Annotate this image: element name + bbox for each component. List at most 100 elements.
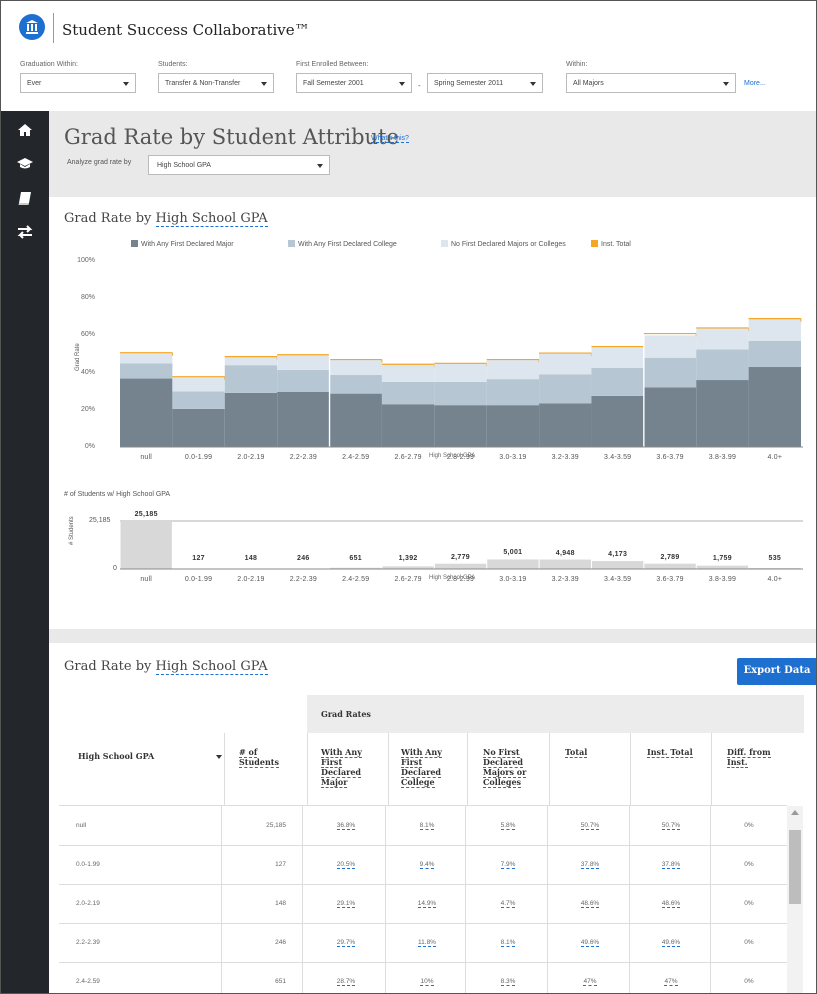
cell-link-text[interactable]: 8.1% xyxy=(500,939,516,947)
cell-link-text[interactable]: 48.6% xyxy=(580,900,600,908)
row-divider xyxy=(59,923,787,924)
graduation-cap-icon[interactable] xyxy=(16,154,34,172)
app-title: Student Success Collaborative™ xyxy=(62,21,310,39)
cell-none-rate[interactable]: 8.3% xyxy=(467,978,549,986)
analyze-by-select[interactable]: High School GPA xyxy=(148,155,330,175)
bar-segment xyxy=(486,405,540,447)
cell-college-rate[interactable]: 11.8% xyxy=(388,939,466,947)
column-header-diff[interactable]: Diff. from Inst. xyxy=(727,747,771,768)
cell-link-text[interactable]: 37.8% xyxy=(580,861,600,869)
th-line: Inst. Total xyxy=(647,747,693,758)
bar-segment xyxy=(434,405,487,447)
table-scrollbar[interactable] xyxy=(787,806,803,993)
sort-chevron-down-icon[interactable] xyxy=(216,755,222,759)
cell-link-text[interactable]: 50.7% xyxy=(580,822,600,830)
cell-total-rate[interactable]: 37.8% xyxy=(549,861,631,869)
cell-major-rate[interactable]: 29.1% xyxy=(307,900,385,908)
bar-segment xyxy=(120,352,173,364)
bar-segment xyxy=(329,393,382,447)
cell-inst-total[interactable]: 37.8% xyxy=(630,861,712,869)
bar-segment xyxy=(329,375,382,394)
cell-link-text[interactable]: 11.8% xyxy=(418,939,436,947)
more-filters-link[interactable]: More... xyxy=(744,80,766,87)
column-header-none[interactable]: No First Declared Majors or Colleges xyxy=(483,747,527,788)
cell-link-text[interactable]: 49.6% xyxy=(580,939,600,947)
bar-segment xyxy=(172,391,225,409)
within-select[interactable]: All Majors xyxy=(566,73,736,93)
book-icon[interactable] xyxy=(16,189,34,207)
students-select[interactable]: Transfer & Non-Transfer xyxy=(158,73,274,93)
home-icon[interactable] xyxy=(16,121,34,139)
table-title-attribute-link[interactable]: High School GPA xyxy=(155,659,268,675)
bar-segment xyxy=(277,391,330,447)
cell-inst-total[interactable]: 47% xyxy=(630,978,712,986)
cell-link-text[interactable]: 29.1% xyxy=(336,900,356,908)
cell-link-text[interactable]: 10% xyxy=(420,978,434,986)
cell-link-text[interactable]: 50.7% xyxy=(661,822,681,830)
cell-inst-total[interactable]: 49.6% xyxy=(630,939,712,947)
cell-link-text[interactable]: 8.3% xyxy=(500,978,516,986)
cell-diff: 0% xyxy=(744,861,754,868)
cell-link-text[interactable]: 47% xyxy=(664,978,678,986)
column-header-major[interactable]: With Any First Declared Major xyxy=(321,747,362,788)
export-data-button[interactable]: Export Data xyxy=(737,658,816,685)
cell-link-text[interactable]: 47% xyxy=(583,978,597,986)
whats-this-link[interactable]: What's this? xyxy=(371,135,409,143)
cell-link-text[interactable]: 14.9% xyxy=(417,900,437,908)
column-header-inst-total[interactable]: Inst. Total xyxy=(647,747,693,758)
cell-total-rate[interactable]: 49.6% xyxy=(549,939,631,947)
cell-college-rate[interactable]: 14.9% xyxy=(388,900,466,908)
graduation-within-select[interactable]: Ever xyxy=(20,73,136,93)
cell-none-rate[interactable]: 5.8% xyxy=(467,822,549,830)
cell-link-text[interactable]: 29.7% xyxy=(336,939,356,947)
cell-college-rate[interactable]: 10% xyxy=(388,978,466,986)
bar-segment xyxy=(591,395,644,447)
cell-total-rate[interactable]: 50.7% xyxy=(549,822,631,830)
transfer-arrows-icon[interactable] xyxy=(16,223,34,241)
cell-inst-total[interactable]: 50.7% xyxy=(630,822,712,830)
enrolled-to-select[interactable]: Spring Semester 2011 xyxy=(427,73,543,93)
bar-segment xyxy=(591,367,644,396)
cell-link-text[interactable]: 5.8% xyxy=(500,822,516,830)
cell-link-text[interactable]: 20.5% xyxy=(336,861,356,869)
header-row-divider xyxy=(59,805,787,806)
cell-students: 651 xyxy=(275,978,286,985)
cell-none-rate[interactable]: 7.9% xyxy=(467,861,549,869)
cell-link-text[interactable]: 9.4% xyxy=(419,861,435,869)
x-tick-label: 3.6-3.79 xyxy=(656,454,684,461)
cell-none-rate[interactable]: 8.1% xyxy=(467,939,549,947)
cell-major-rate[interactable]: 20.5% xyxy=(307,861,385,869)
cell-major-rate[interactable]: 36.8% xyxy=(307,822,385,830)
cell-link-text[interactable]: 48.6% xyxy=(661,900,681,908)
cell-diff: 0% xyxy=(744,900,754,907)
cell-link-text[interactable]: 7.9% xyxy=(500,861,516,869)
column-header-gpa[interactable]: High School GPA xyxy=(78,751,228,761)
column-header-total[interactable]: Total xyxy=(565,747,588,758)
scroll-thumb[interactable] xyxy=(789,830,801,904)
scroll-up-arrow-icon[interactable] xyxy=(791,810,799,815)
cell-students: 25,185 xyxy=(266,822,286,829)
header-col-divider xyxy=(467,733,468,805)
header-col-divider xyxy=(549,733,550,805)
cell-major-rate[interactable]: 29.7% xyxy=(307,939,385,947)
cell-link-text[interactable]: 37.8% xyxy=(661,861,681,869)
cell-major-rate[interactable]: 28.7% xyxy=(307,978,385,986)
count-x-axis-title: High School GPA xyxy=(429,575,476,581)
cell-link-text[interactable]: 49.6% xyxy=(661,939,681,947)
cell-link-text[interactable]: 4.7% xyxy=(500,900,516,908)
cell-link-text[interactable]: 36.8% xyxy=(336,822,356,830)
cell-college-rate[interactable]: 9.4% xyxy=(388,861,466,869)
column-header-college[interactable]: With Any First Declared College xyxy=(401,747,442,788)
cell-total-rate[interactable]: 47% xyxy=(549,978,631,986)
cell-inst-total[interactable]: 48.6% xyxy=(630,900,712,908)
column-header-students[interactable]: # of Students xyxy=(239,747,279,768)
cell-total-rate[interactable]: 48.6% xyxy=(549,900,631,908)
cell-link-text[interactable]: 28.7% xyxy=(336,978,356,986)
cell-link-text[interactable]: 8.1% xyxy=(419,822,435,830)
cell-none-rate[interactable]: 4.7% xyxy=(467,900,549,908)
graduation-within-value: Ever xyxy=(27,80,42,87)
institution-logo-icon[interactable] xyxy=(19,14,45,40)
enrolled-from-select[interactable]: Fall Semester 2001 xyxy=(296,73,412,93)
count-chart-title: # of Students w/ High School GPA xyxy=(64,491,171,498)
cell-college-rate[interactable]: 8.1% xyxy=(388,822,466,830)
